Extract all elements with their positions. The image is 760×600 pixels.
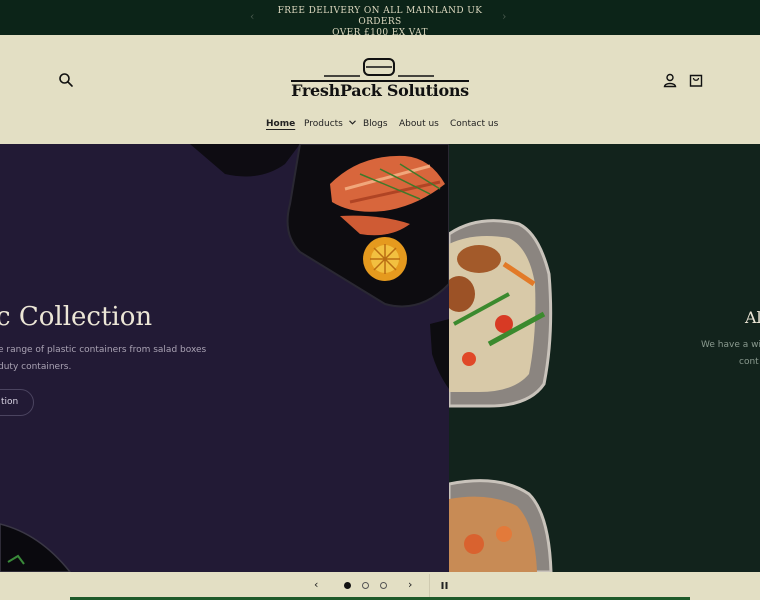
slider-controls: ‹ › (0, 572, 760, 600)
nav-item-about-us[interactable]: About us (399, 119, 439, 129)
user-icon[interactable] (662, 72, 678, 88)
announcement-next-chevron-right-icon[interactable]: › (502, 10, 507, 23)
logo-text: FreshPack Solutions (291, 81, 469, 100)
chevron-down-icon (348, 120, 356, 125)
slide1-desc-line-2: duty containers. (0, 362, 72, 372)
announcement-prev-chevron-left-icon[interactable]: ‹ (250, 10, 255, 23)
slide2-desc-line-2: cont (739, 357, 759, 367)
slide1-cta-button[interactable]: tion (0, 389, 34, 416)
cart-icon[interactable] (688, 72, 704, 88)
site-logo[interactable]: FreshPack Solutions (288, 57, 472, 107)
announcement-bar: ‹ FREE DELIVERY ON ALL MAINLAND UK ORDER… (0, 0, 760, 38)
search-icon[interactable] (58, 72, 74, 88)
slider-dot-1[interactable] (344, 582, 351, 589)
slider-divider (429, 574, 430, 598)
nav-item-blogs[interactable]: Blogs (363, 119, 388, 129)
announcement-line-1: FREE DELIVERY ON ALL MAINLAND UK ORDERS (277, 6, 483, 27)
slide2-description: We have a wi cont (701, 337, 760, 371)
slide1-desc-line-1: e range of plastic containers from salad… (0, 345, 207, 355)
slide2-desc-line-1: We have a wi (701, 340, 760, 350)
site-header: FreshPack Solutions Home Products Blogs … (0, 35, 760, 144)
slider-dot-2[interactable] (362, 582, 369, 589)
slide1-title: c Collection (0, 302, 153, 332)
nav-item-products[interactable]: Products (304, 119, 356, 129)
nav-item-products-label: Products (304, 119, 343, 129)
slider-dot-3[interactable] (380, 582, 387, 589)
pause-icon[interactable] (440, 581, 449, 590)
slide1-description: e range of plastic containers from salad… (0, 342, 206, 376)
hero-slide-plastic: c Collection e range of plastic containe… (0, 144, 449, 572)
slider-prev-chevron-left-icon[interactable]: ‹ (314, 578, 318, 591)
main-nav: Home Products Blogs About us Contact us (0, 119, 760, 135)
nav-item-home[interactable]: Home (266, 119, 295, 129)
hero-slider: c Collection e range of plastic containe… (0, 144, 760, 572)
slider-next-chevron-right-icon[interactable]: › (408, 578, 412, 591)
slide2-title: Al (745, 308, 760, 327)
logo-container-icon (291, 58, 469, 82)
hero-slide-aluminium: Al We have a wi cont (449, 144, 760, 572)
nav-item-contact-us[interactable]: Contact us (450, 119, 498, 129)
